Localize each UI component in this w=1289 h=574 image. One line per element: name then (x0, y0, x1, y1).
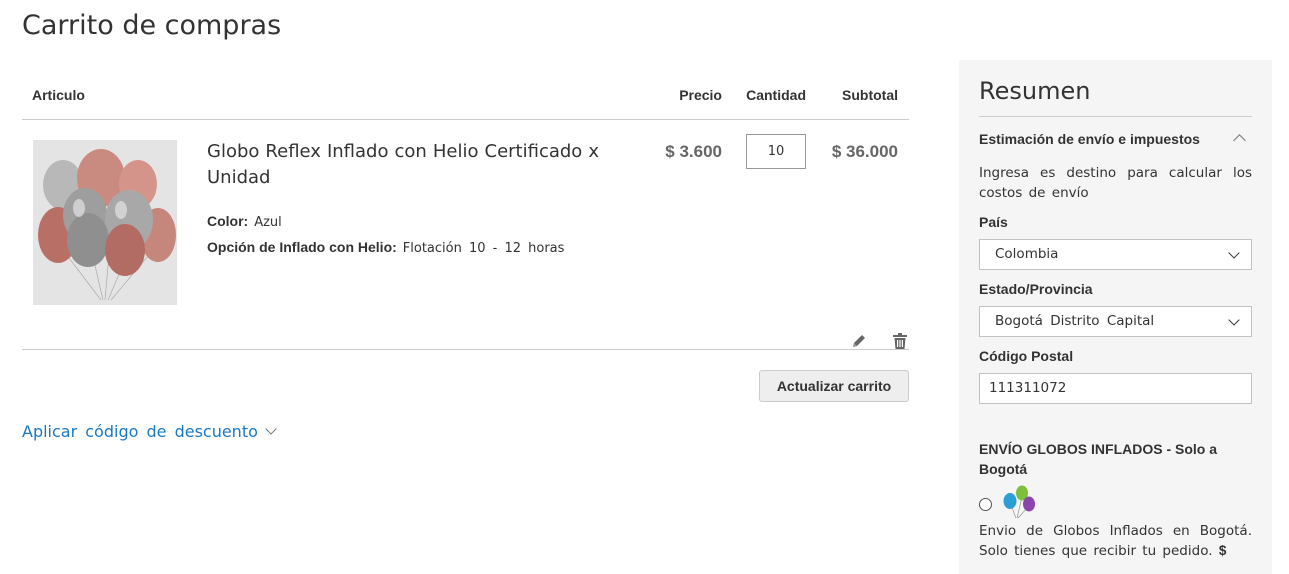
column-header-item: Articulo (32, 87, 85, 103)
cart-table-header: Articulo Precio Cantidad Subtotal (22, 60, 909, 120)
discount-code-label: Aplicar código de descuento (22, 422, 258, 441)
discount-code-toggle[interactable]: Aplicar código de descuento (22, 422, 277, 441)
balloon-bouquet-image (33, 140, 177, 305)
column-header-subtotal: Subtotal (842, 87, 898, 103)
country-value: Colombia (995, 246, 1059, 262)
shipping-method-text: Envio de Globos Inflados en Bogotá. Solo… (979, 523, 1252, 559)
shipping-method-option (979, 485, 1252, 519)
option-label: Opción de Inflado con Helio: (207, 239, 397, 255)
state-value: Bogotá Distrito Capital (995, 313, 1155, 329)
postal-code-label: Código Postal (979, 348, 1074, 364)
product-name[interactable]: Globo Reflex Inflado con Helio Certifica… (207, 139, 599, 191)
state-select[interactable]: Bogotá Distrito Capital (979, 306, 1252, 337)
shipping-estimate-toggle[interactable]: Estimación de envío e impuestos (979, 131, 1252, 147)
update-cart-button[interactable]: Actualizar carrito (759, 370, 909, 402)
shipping-price-prefix: $ (1218, 543, 1227, 558)
balloons-icon (1003, 485, 1035, 519)
option-color: Color: Azul (207, 209, 564, 235)
chevron-down-icon (265, 423, 277, 435)
shipping-method-title: ENVÍO GLOBOS INFLADOS - Solo a Bogotá (979, 441, 1218, 477)
trash-icon[interactable] (891, 332, 909, 350)
shipping-method-radio[interactable] (979, 498, 992, 511)
chevron-down-icon (1228, 314, 1240, 326)
option-label: Color: (207, 213, 249, 229)
option-inflate: Opción de Inflado con Helio: Flotación 10… (207, 235, 564, 261)
option-value: Flotación 10 - 12 horas (402, 241, 565, 256)
option-value: Azul (254, 215, 282, 230)
page-title: Carrito de compras (22, 10, 282, 41)
quantity-input[interactable]: 10 (746, 134, 806, 169)
cart-item-row: Globo Reflex Inflado con Helio Certifica… (22, 120, 909, 350)
summary-title: Resumen (979, 77, 1252, 117)
pencil-icon[interactable] (850, 332, 868, 350)
product-options: Color: Azul Opción de Inflado con Helio: F… (207, 209, 564, 261)
chevron-up-icon (1233, 134, 1246, 147)
state-label: Estado/Provincia (979, 281, 1093, 297)
column-header-price: Precio (679, 87, 722, 103)
shipping-method-description: Envio de Globos Inflados en Bogotá. Solo… (979, 521, 1252, 561)
column-header-qty: Cantidad (746, 87, 806, 103)
shipping-estimate-description: Ingresa es destino para calcular los cos… (979, 165, 1252, 201)
item-subtotal: $ 36.000 (831, 142, 898, 161)
chevron-down-icon (1228, 247, 1240, 259)
postal-code-input[interactable]: 111311072 (979, 373, 1252, 404)
cart-table: Articulo Precio Cantidad Subtotal Globo … (22, 60, 909, 402)
country-select[interactable]: Colombia (979, 239, 1252, 270)
item-price: $ 3.600 (665, 142, 722, 161)
order-summary: Resumen Estimación de envío e impuestos … (959, 60, 1272, 574)
product-thumbnail[interactable] (33, 140, 177, 305)
country-label: País (979, 214, 1008, 230)
shipping-estimate-title: Estimación de envío e impuestos (979, 131, 1200, 147)
